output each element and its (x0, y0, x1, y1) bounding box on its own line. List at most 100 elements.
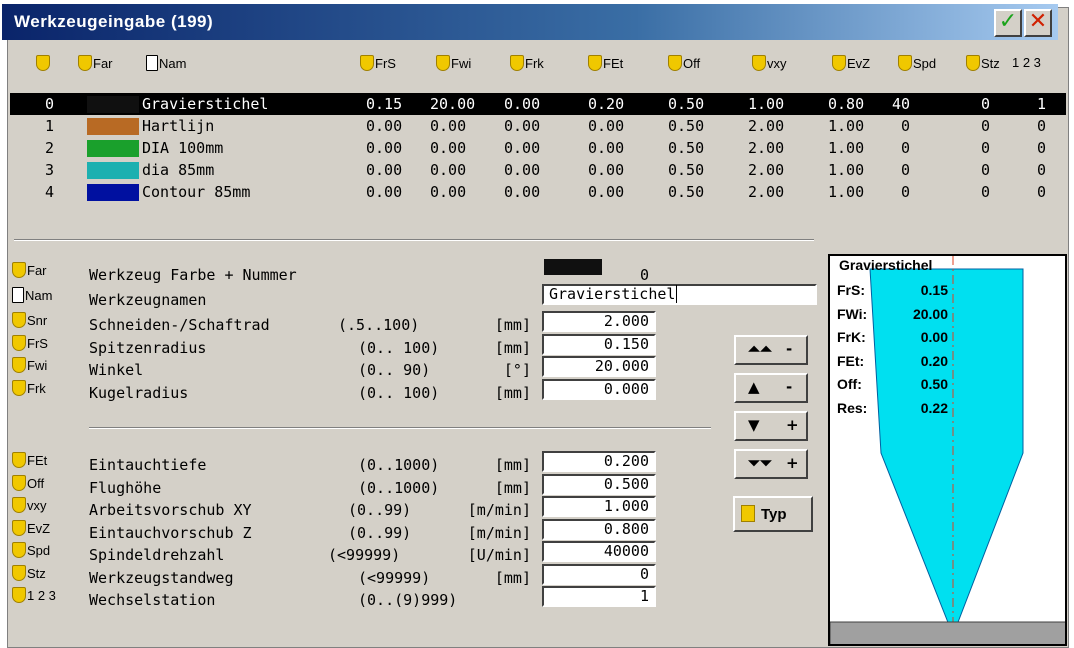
type-button[interactable]: Typ (733, 496, 813, 532)
tool-preview-panel: Gravierstichel FrS: 0.15 FWi: 20.00 FrK: 0.00… (828, 254, 1067, 646)
field-unit: [mm] (494, 478, 531, 497)
header-spd[interactable]: Spd (898, 55, 936, 71)
field-range: (.5..100) (338, 316, 420, 334)
preview-param-key: Off: (837, 376, 862, 392)
move-up-button[interactable]: ▲ - (734, 373, 808, 403)
header-nam[interactable]: Nam (146, 55, 186, 71)
header-fwi[interactable]: Fwi (436, 55, 471, 71)
table-row[interactable]: 1 Hartlijn 0.00 0.00 0.00 0.00 0.50 2.00 1.00 0 0 0 (10, 115, 1066, 137)
cancel-button[interactable]: ✕ (1024, 9, 1052, 37)
tool-color-swatch (87, 140, 139, 157)
move-top-button[interactable]: ⏶⏶ - (734, 335, 808, 365)
cell-ws: 1 (1036, 95, 1046, 113)
field-input[interactable]: 2.000 (542, 311, 656, 332)
cell-frs: 0.00 (366, 139, 403, 157)
cell-off: 0.50 (668, 139, 705, 157)
tool-color-swatch (87, 162, 139, 179)
cell-spd: 0 (900, 139, 910, 157)
fet-icon: FEt (12, 452, 86, 468)
field-input[interactable]: 0.200 (542, 451, 656, 472)
cell-off: 0.50 (668, 161, 705, 179)
vxy-icon: vxy (12, 497, 86, 513)
cell-fwi: 20.00 (430, 95, 476, 113)
field-input[interactable]: 0 (542, 563, 656, 585)
table-row[interactable]: 0 Gravierstichel 0.15 20.00 0.00 0.20 0.50 1.00… (10, 93, 1066, 115)
sign-label: - (786, 378, 793, 396)
cell-ws: 0 (1036, 117, 1046, 135)
field-input[interactable]: 1.000 (542, 496, 656, 517)
header-vxy[interactable]: vxy (752, 55, 787, 71)
cell-evz: 1.00 (828, 139, 865, 157)
header-far[interactable]: Far (78, 55, 113, 71)
header-frs[interactable]: FrS (360, 55, 396, 71)
tool-number-value: 0 (640, 266, 650, 284)
cell-fet: 0.20 (588, 95, 625, 113)
header-frk[interactable]: Frk (510, 55, 544, 71)
fwi-icon: Fwi (12, 357, 86, 373)
field-range: (0..1000) (358, 456, 440, 474)
field-label: Flughöhe (89, 478, 162, 497)
sign-label: - (786, 340, 793, 358)
field-label: Schneiden-/Schaftrad (89, 316, 270, 334)
cell-frk: 0.00 (504, 117, 541, 135)
table-row[interactable]: 4 Contour 85mm 0.00 0.00 0.00 0.00 0.50 2.00 1.0… (10, 181, 1066, 203)
field-unit: [mm] (494, 338, 531, 357)
field-input[interactable]: 1 (542, 586, 656, 607)
preview-param-key: FrS: (837, 282, 865, 298)
move-bottom-button[interactable]: ⏷⏷ + (734, 449, 808, 479)
window-title: Werkzeugeingabe (199) (14, 12, 214, 31)
field-range: (0.. 100) (358, 383, 440, 402)
cell-frk: 0.00 (504, 139, 541, 157)
tool-color-swatch (87, 184, 139, 201)
field-input[interactable]: 0.500 (542, 473, 656, 495)
field-input[interactable]: 0.800 (542, 518, 656, 540)
preview-param-key: FrK: (837, 329, 866, 345)
preview-param-value: 0.00 (920, 329, 948, 345)
cell-ws: 0 (1036, 139, 1046, 157)
table-row[interactable]: 2 DIA 100mm 0.00 0.00 0.00 0.00 0.50 2.00 1.00 0 0… (10, 137, 1066, 159)
field-input[interactable]: 20.000 (542, 356, 656, 377)
workpiece-surface (830, 621, 1065, 644)
field-unit: [U/min] (467, 546, 531, 564)
header-fet[interactable]: FEt (588, 55, 623, 71)
cell-stz: 0 (980, 139, 990, 157)
tool-color-swatch[interactable] (544, 259, 602, 275)
field-input[interactable]: 40000 (542, 541, 656, 562)
table-row[interactable]: 3 dia 85mm 0.00 0.00 0.00 0.00 0.50 2.00 1.00 0 0 0 (10, 159, 1066, 181)
cell-fwi: 0.00 (430, 161, 467, 179)
check-icon: ✓ (998, 9, 1018, 34)
header-stz[interactable]: Stz (966, 55, 1000, 71)
cell-name: Gravierstichel (142, 95, 269, 113)
cell-frs: 0.00 (366, 117, 403, 135)
tool-header-icon (36, 55, 51, 71)
cell-vxy: 1.00 (748, 95, 785, 113)
field-unit: [°] (503, 361, 531, 379)
cell-vxy: 2.00 (748, 139, 785, 157)
tool-name-input[interactable]: Gravierstichel (542, 284, 817, 305)
field-input[interactable]: 0.000 (542, 378, 656, 400)
off-icon: Off (12, 474, 86, 491)
cell-evz: 0.80 (828, 95, 865, 113)
cell-stz: 0 (980, 183, 990, 201)
cell-ws: 0 (1036, 161, 1046, 179)
field-input[interactable]: 0.150 (542, 333, 656, 355)
field-unit: [mm] (494, 456, 531, 474)
header-off[interactable]: Off (668, 55, 700, 71)
header-stations[interactable]: 1 2 3 (1012, 55, 1041, 70)
cell-vxy: 2.00 (748, 117, 785, 135)
ok-button[interactable]: ✓ (994, 9, 1022, 37)
cell-fet: 0.00 (588, 139, 625, 157)
cell-off: 0.50 (668, 95, 705, 113)
cell-spd: 0 (900, 183, 910, 201)
cell-fwi: 0.00 (430, 117, 467, 135)
tool-type-icon (741, 505, 755, 522)
preview-param-key: FEt: (837, 352, 865, 369)
field-label: Wechselstation (89, 591, 216, 609)
cell-spd: 40 (891, 95, 910, 113)
move-down-button[interactable]: ▼ + (734, 411, 808, 441)
cell-evz: 1.00 (828, 117, 865, 135)
tool-color-swatch (87, 96, 139, 113)
cell-nr: 4 (44, 183, 54, 201)
cell-off: 0.50 (668, 117, 705, 135)
header-evz[interactable]: EvZ (832, 55, 870, 71)
